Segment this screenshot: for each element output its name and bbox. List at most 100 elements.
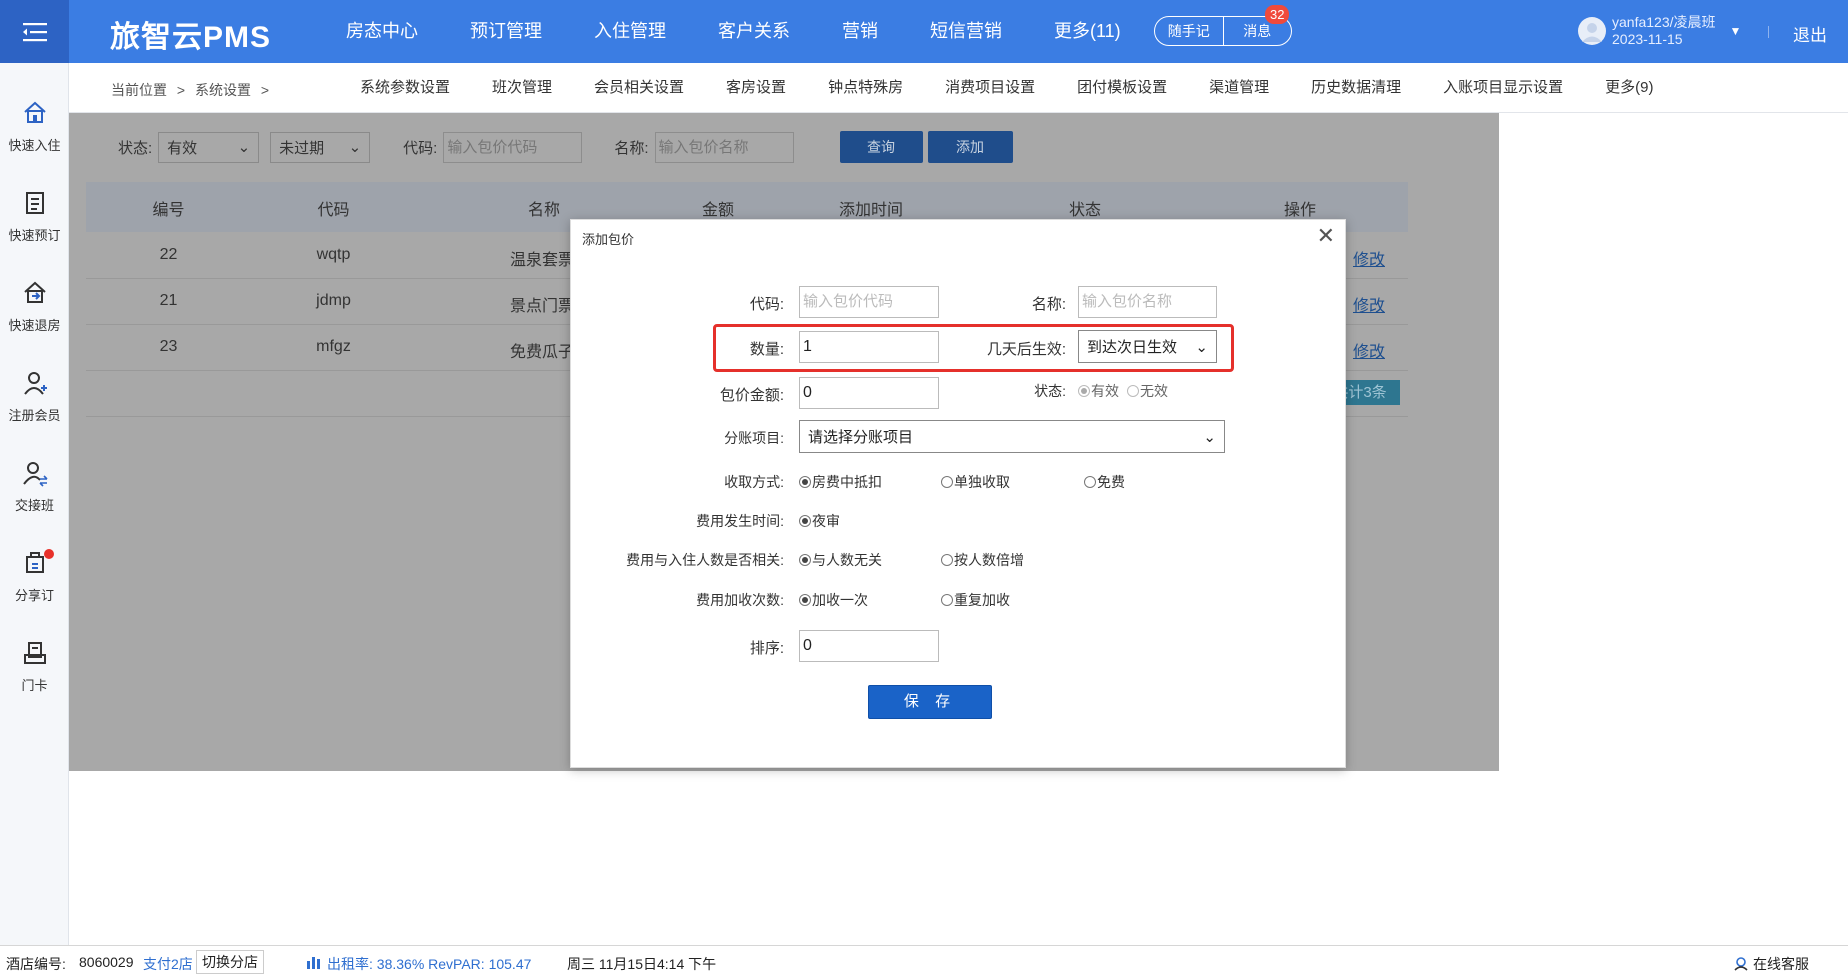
add-member-icon xyxy=(23,372,47,395)
radio-label: 按人数倍增 xyxy=(954,552,1024,568)
row-id: 23 xyxy=(159,338,178,355)
chevron-down-icon: ⌄ xyxy=(237,139,251,156)
nav-sms[interactable]: 短信营销 xyxy=(904,0,1028,63)
sidebar-item-share-order[interactable]: 分享订 xyxy=(0,549,69,604)
sidebar-item-quick-checkin[interactable]: 快速入住 xyxy=(0,99,69,154)
chevron-down-icon: ⌄ xyxy=(1203,428,1216,446)
expire-filter-value: 未过期 xyxy=(279,139,325,157)
radio-label: 夜审 xyxy=(812,513,840,529)
row-edit-link[interactable]: 修改 xyxy=(1346,246,1392,270)
chevron-down-icon: ▼ xyxy=(1729,24,1742,38)
current-datetime: 周三 11月15日4:14 下午 xyxy=(567,956,717,972)
people-related-label: 费用与入住人数是否相关: xyxy=(626,552,784,568)
tab-member-settings[interactable]: 会员相关设置 xyxy=(573,63,705,113)
sidebar-item-register-member[interactable]: 注册会员 xyxy=(0,369,69,424)
row-edit-link[interactable]: 修改 xyxy=(1346,338,1392,362)
quantity-input[interactable]: 1 xyxy=(799,331,939,363)
home-icon xyxy=(23,101,46,123)
nav-customer[interactable]: 客户关系 xyxy=(692,0,816,63)
sidebar-item-label: 交接班 xyxy=(14,498,54,513)
amount-input[interactable]: 0 xyxy=(799,377,939,409)
switch-store-button[interactable]: 切换分店 xyxy=(196,950,264,974)
tab-account-display[interactable]: 入账项目显示设置 xyxy=(1422,63,1584,113)
tab-room-settings[interactable]: 客房设置 xyxy=(705,63,807,113)
status-filter-label: 状态: xyxy=(118,139,153,157)
charge-time-label: 费用发生时间: xyxy=(696,513,784,529)
split-item-value: 请选择分账项目 xyxy=(808,429,914,446)
header-amount: 金额 xyxy=(701,202,734,219)
nav-checkin[interactable]: 入住管理 xyxy=(568,0,692,63)
store-link[interactable]: 支付2店 xyxy=(143,954,193,974)
close-icon[interactable]: ✕ xyxy=(1317,225,1335,247)
breadcrumb-separator: > xyxy=(260,82,270,98)
headset-icon xyxy=(1734,957,1748,971)
charge-repeat-radio[interactable]: 重复加收 xyxy=(941,590,1010,610)
note-button[interactable]: 随手记 xyxy=(1155,17,1223,45)
radio-label: 与人数无关 xyxy=(812,552,882,568)
radio-label: 重复加收 xyxy=(954,592,1010,608)
charge-separate-radio[interactable]: 单独收取 xyxy=(941,472,1010,492)
logout-button[interactable]: 退出 xyxy=(1793,21,1827,46)
sidebar-item-quick-booking[interactable]: 快速预订 xyxy=(0,189,69,244)
nav-more[interactable]: 更多(11) xyxy=(1028,0,1147,63)
shift-icon xyxy=(22,462,48,487)
tab-more[interactable]: 更多(9) xyxy=(1584,63,1674,113)
header-status: 状态 xyxy=(1068,202,1101,219)
save-button[interactable]: 保 存 xyxy=(868,685,992,719)
charge-deduct-radio[interactable]: 房费中抵扣 xyxy=(799,472,882,492)
status-filter-select[interactable]: 有效 ⌄ xyxy=(158,131,260,163)
sidebar-item-quick-checkout[interactable]: 快速退房 xyxy=(0,279,69,334)
sidebar-item-door-card[interactable]: 门卡 xyxy=(0,639,69,694)
user-name: yanfa123/凌晨班 xyxy=(1612,14,1716,30)
name-input[interactable]: 输入包价名称 xyxy=(1078,286,1217,318)
status-valid-radio: 有效 xyxy=(1078,381,1119,401)
radio-dot xyxy=(799,594,811,606)
bar-chart-icon xyxy=(307,957,320,969)
nav-booking[interactable]: 预订管理 xyxy=(444,0,568,63)
online-service-button[interactable]: 在线客服 xyxy=(1753,954,1809,974)
tab-consumption-items[interactable]: 消费项目设置 xyxy=(924,63,1056,113)
radio-label: 加收一次 xyxy=(812,592,868,608)
row-code: mfgz xyxy=(316,338,351,355)
hotel-id-label: 酒店编号: xyxy=(6,956,66,972)
row-edit-link[interactable]: 修改 xyxy=(1346,292,1392,316)
charge-once-radio[interactable]: 加收一次 xyxy=(799,590,868,610)
radio-dot xyxy=(941,554,953,566)
sort-input[interactable]: 0 xyxy=(799,630,939,662)
top-bar: 旅智云PMS 房态中心 预订管理 入住管理 客户关系 营销 短信营销 更多(11… xyxy=(0,0,1848,63)
divider xyxy=(1768,26,1769,38)
nav-marketing[interactable]: 营销 xyxy=(816,0,904,63)
menu-toggle-button[interactable] xyxy=(0,0,69,63)
expire-filter-select[interactable]: 未过期 ⌄ xyxy=(270,131,371,163)
sidebar-item-label: 快速入住 xyxy=(8,138,61,153)
code-filter-input[interactable]: 输入包价代码 xyxy=(443,131,583,163)
code-input[interactable]: 输入包价代码 xyxy=(799,286,939,318)
query-button[interactable]: 查询 xyxy=(839,131,923,163)
breadcrumb-page[interactable]: 系统设置 xyxy=(195,82,251,98)
hotel-id: 8060029 xyxy=(79,954,134,970)
tab-group-templates[interactable]: 团付模板设置 xyxy=(1056,63,1188,113)
tab-shift-management[interactable]: 班次管理 xyxy=(471,63,573,113)
add-button[interactable]: 添加 xyxy=(927,131,1013,163)
radio-label: 房费中抵扣 xyxy=(812,474,882,490)
name-filter-input[interactable]: 输入包价名称 xyxy=(654,131,794,163)
people-multiply-radio[interactable]: 按人数倍增 xyxy=(941,550,1024,570)
charge-free-radio[interactable]: 免费 xyxy=(1084,472,1125,492)
split-item-select[interactable]: 请选择分账项目 ⌄ xyxy=(799,420,1225,453)
tab-history-cleanup[interactable]: 历史数据清理 xyxy=(1290,63,1422,113)
name-label: 名称: xyxy=(1031,296,1066,313)
tab-hourly-rooms[interactable]: 钟点特殊房 xyxy=(807,63,924,113)
nav-room-status[interactable]: 房态中心 xyxy=(320,0,444,63)
user-menu[interactable]: yanfa123/凌晨班 2023-11-15 ▼ xyxy=(1578,14,1741,48)
charge-time-night-audit-radio[interactable]: 夜审 xyxy=(799,511,840,531)
split-label: 分账项目: xyxy=(724,430,784,446)
people-unrelated-radio[interactable]: 与人数无关 xyxy=(799,550,882,570)
row-code: wqtp xyxy=(316,246,351,263)
status-invalid-radio: 无效 xyxy=(1127,381,1168,401)
effective-days-select[interactable]: 到达次日生效 ⌄ xyxy=(1078,330,1217,363)
tab-channel-management[interactable]: 渠道管理 xyxy=(1188,63,1290,113)
radio-label: 免费 xyxy=(1097,474,1125,490)
tab-system-params[interactable]: 系统参数设置 xyxy=(339,63,471,113)
sidebar-item-shift[interactable]: 交接班 xyxy=(0,459,69,514)
radio-dot xyxy=(1078,385,1090,397)
